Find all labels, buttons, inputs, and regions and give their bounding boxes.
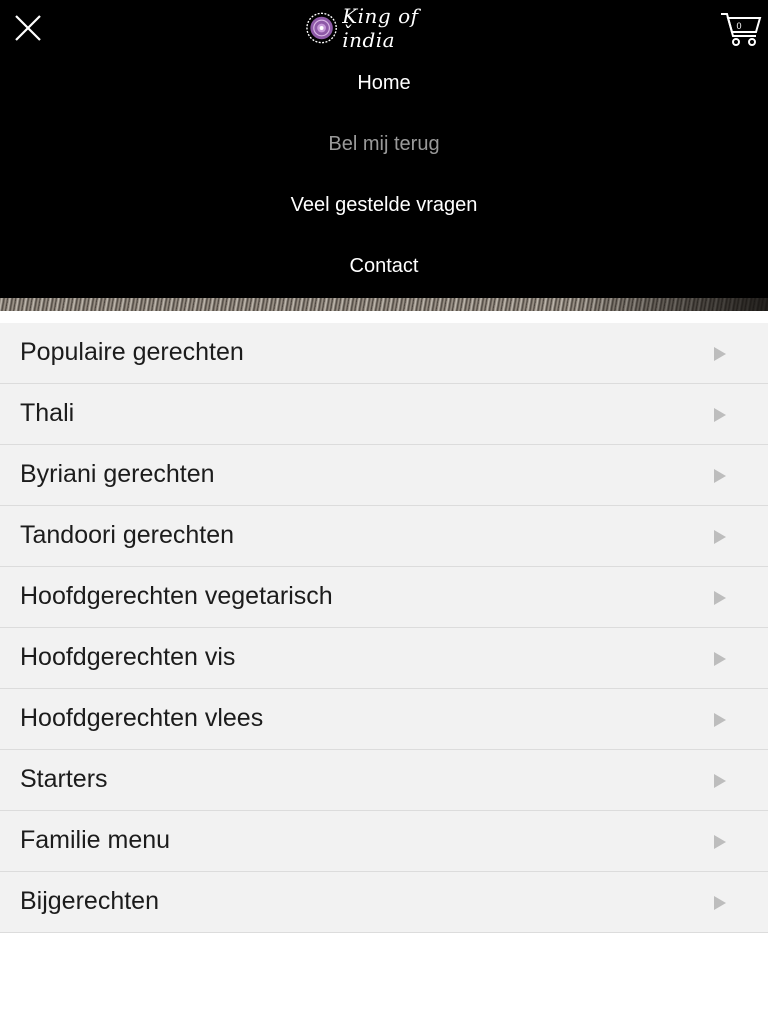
- triangle-right-icon: [714, 835, 726, 849]
- triangle-right-icon: [714, 713, 726, 727]
- category-item[interactable]: Hoofdgerechten vlees: [0, 689, 768, 750]
- main-nav: Home Bel mij terug Veel gestelde vragen …: [0, 53, 768, 297]
- category-item[interactable]: Familie menu: [0, 811, 768, 872]
- category-item[interactable]: Populaire gerechten: [0, 323, 768, 384]
- mandala-logo-icon: [306, 12, 337, 44]
- triangle-right-icon: [714, 347, 726, 361]
- hero-image-strip: [0, 298, 768, 311]
- triangle-right-icon: [714, 774, 726, 788]
- nav-item-bel-mij-terug[interactable]: Bel mij terug: [0, 114, 768, 175]
- category-label: Hoofdgerechten vegetarisch: [20, 582, 333, 610]
- triangle-right-icon: [714, 896, 726, 910]
- triangle-right-icon: [714, 530, 726, 544]
- category-label: Tandoori gerechten: [20, 521, 235, 549]
- category-item[interactable]: Hoofdgerechten vegetarisch: [0, 567, 768, 628]
- category-label: Familie menu: [20, 826, 171, 854]
- category-item[interactable]: Thali: [0, 384, 768, 445]
- category-item[interactable]: Bijgerechten: [0, 872, 768, 933]
- cart-count-badge: 0: [736, 21, 742, 31]
- site-logo[interactable]: K̬ing of india: [305, 4, 475, 52]
- category-label: Populaire gerechten: [20, 338, 244, 366]
- category-item[interactable]: Byriani gerechten: [0, 445, 768, 506]
- triangle-right-icon: [714, 408, 726, 422]
- triangle-right-icon: [714, 469, 726, 483]
- category-label: Byriani gerechten: [20, 460, 215, 488]
- cart-button[interactable]: 0: [718, 8, 764, 48]
- category-label: Thali: [20, 399, 75, 427]
- category-label: Hoofdgerechten vlees: [20, 704, 264, 732]
- category-label: Hoofdgerechten vis: [20, 643, 236, 671]
- close-menu-button[interactable]: [10, 10, 46, 46]
- triangle-right-icon: [714, 591, 726, 605]
- nav-item-faq[interactable]: Veel gestelde vragen: [0, 175, 768, 236]
- nav-item-contact[interactable]: Contact: [0, 236, 768, 297]
- category-list: Populaire gerechten Thali Byriani gerech…: [0, 323, 768, 933]
- close-icon: [15, 15, 41, 41]
- category-item[interactable]: Tandoori gerechten: [0, 506, 768, 567]
- mobile-menu-overlay: K̬ing of india 0 Home Bel mij terug Veel…: [0, 0, 768, 298]
- category-label: Starters: [20, 765, 108, 793]
- category-item[interactable]: Hoofdgerechten vis: [0, 628, 768, 689]
- nav-item-home[interactable]: Home: [0, 53, 768, 114]
- logo-text: K̬ing of india: [342, 4, 419, 52]
- category-label: Bijgerechten: [20, 887, 159, 915]
- category-item[interactable]: Starters: [0, 750, 768, 811]
- triangle-right-icon: [714, 652, 726, 666]
